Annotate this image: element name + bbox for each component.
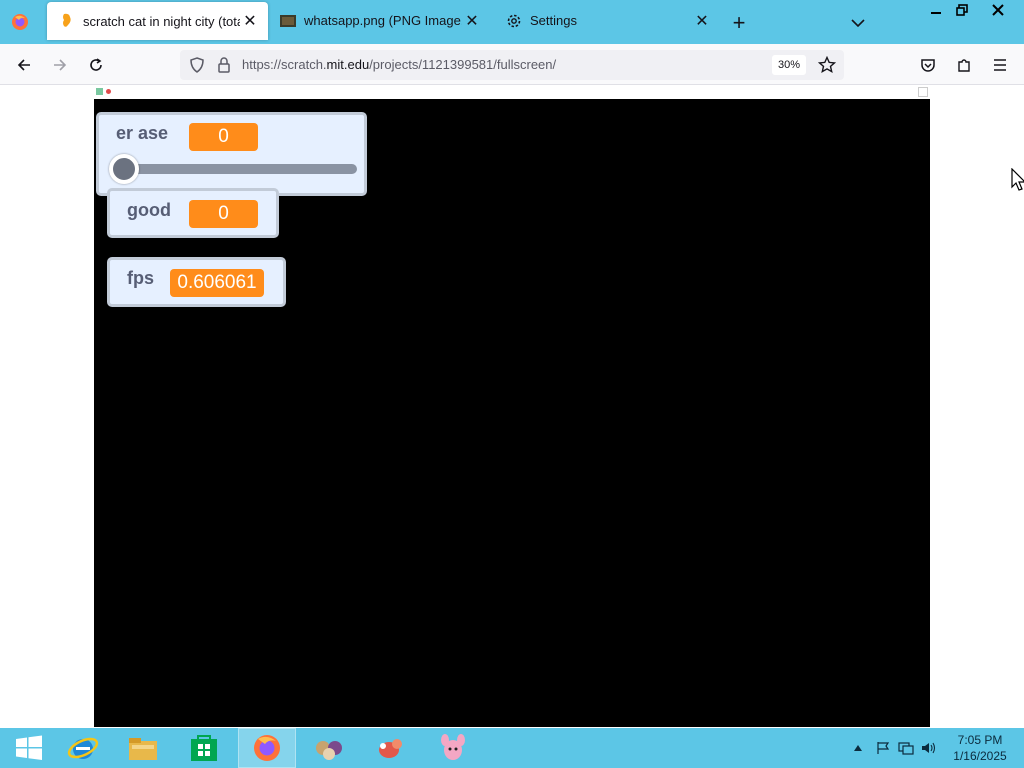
clock-date: 1/16/2025	[953, 749, 1007, 763]
monitor-value: 0	[189, 200, 258, 228]
tab-strip: scratch cat in night city (totally ✕ wha…	[0, 0, 1024, 44]
store-icon[interactable]	[175, 728, 233, 768]
volume-icon[interactable]	[921, 740, 937, 756]
close-window-icon[interactable]	[973, 0, 1023, 19]
address-bar[interactable]: https://scratch.mit.edu/projects/1121399…	[180, 50, 844, 80]
windows-start-icon[interactable]	[0, 728, 58, 768]
tab-settings[interactable]: Settings ✕	[494, 0, 720, 41]
monitor-label: good	[127, 200, 171, 220]
tab-whatsapp-image[interactable]: whatsapp.png (PNG Image, 34 ✕	[268, 0, 490, 41]
tab-close-icon[interactable]: ✕	[462, 11, 482, 31]
variable-monitor-erase: er ase 0	[96, 112, 367, 196]
monitor-value: 0	[189, 123, 258, 151]
forward-arrow-icon[interactable]	[47, 52, 73, 78]
variable-monitor-good: good 0	[107, 188, 279, 238]
gear-icon	[506, 13, 522, 29]
zoom-level-badge[interactable]: 30%	[772, 55, 807, 75]
new-tab-icon[interactable]: +	[727, 10, 751, 35]
slider-thumb[interactable]	[109, 154, 139, 184]
tracking-protection-shield-icon[interactable]	[189, 57, 205, 78]
firefox-taskbar-icon[interactable]	[238, 728, 296, 768]
slider-track[interactable]	[123, 164, 357, 174]
tab-close-icon[interactable]: ✕	[240, 11, 260, 31]
monitor-value: 0.606061	[170, 269, 264, 297]
page-content: er ase 0 good 0 fps 0.606061	[0, 86, 1024, 727]
url-host: mit.edu	[326, 57, 370, 72]
app-icon[interactable]	[300, 728, 358, 768]
file-explorer-icon[interactable]	[114, 728, 172, 768]
chevron-down-icon[interactable]	[846, 11, 870, 35]
scratch-green-flag-icon[interactable]	[96, 88, 103, 95]
clock-time: 7:05 PM	[957, 733, 1003, 747]
scratch-favicon-icon	[59, 13, 75, 29]
system-clock[interactable]: 7:05 PM 1/16/2025	[944, 732, 1016, 764]
tab-close-icon[interactable]: ✕	[692, 11, 712, 31]
monitor-label: fps	[127, 268, 154, 288]
url-prefix: https://scratch.	[242, 57, 327, 72]
action-center-flag-icon[interactable]	[875, 740, 891, 756]
firefox-view-icon[interactable]	[8, 10, 32, 34]
hamburger-menu-icon[interactable]	[987, 52, 1013, 78]
mouse-cursor-icon	[1011, 168, 1024, 191]
extensions-puzzle-icon[interactable]	[951, 52, 977, 78]
back-arrow-icon[interactable]	[11, 52, 37, 78]
app-icon[interactable]	[362, 728, 420, 768]
exit-fullscreen-icon[interactable]	[918, 87, 928, 97]
pocket-icon[interactable]	[915, 52, 941, 78]
tab-title: whatsapp.png (PNG Image, 34	[304, 13, 462, 28]
internet-explorer-icon[interactable]	[54, 728, 112, 768]
url-text[interactable]: https://scratch.mit.edu/projects/1121399…	[242, 57, 556, 72]
tab-title: Settings	[530, 13, 577, 28]
navigation-toolbar: https://scratch.mit.edu/projects/1121399…	[0, 44, 1024, 85]
url-path: /projects/1121399581/fullscreen/	[369, 57, 557, 72]
show-hidden-icons-icon[interactable]	[850, 740, 866, 756]
scratch-stage[interactable]: er ase 0 good 0 fps 0.606061	[94, 99, 930, 727]
network-icon[interactable]	[898, 740, 914, 756]
scratch-stop-icon[interactable]	[106, 89, 111, 94]
tab-title: scratch cat in night city (totally	[83, 13, 240, 29]
image-thumbnail-icon	[280, 13, 296, 29]
tab-scratch[interactable]: scratch cat in night city (totally ✕	[47, 2, 268, 40]
windows-taskbar: 7:05 PM 1/16/2025	[0, 728, 1024, 768]
lock-icon[interactable]	[217, 57, 231, 78]
monitor-label: er ase	[116, 123, 169, 143]
app-icon[interactable]	[424, 728, 482, 768]
variable-monitor-fps: fps 0.606061	[107, 257, 286, 307]
reload-icon[interactable]	[83, 52, 109, 78]
bookmark-star-icon[interactable]	[817, 55, 837, 79]
